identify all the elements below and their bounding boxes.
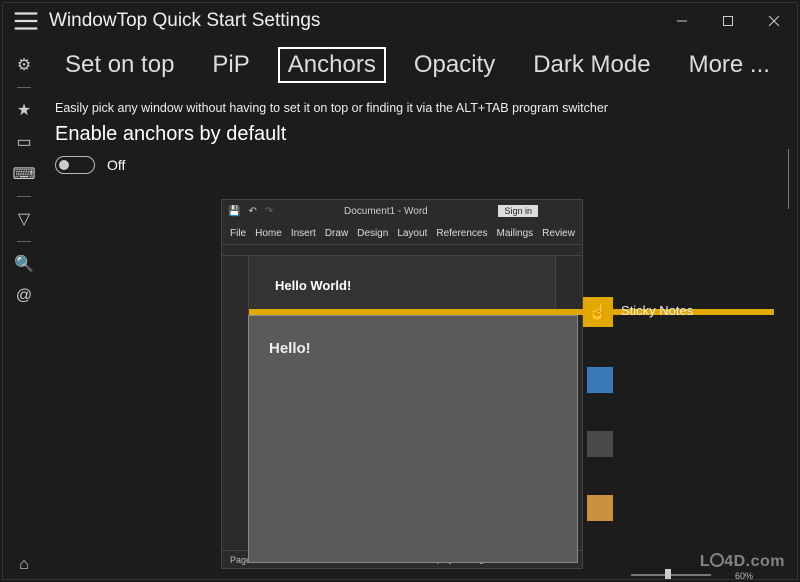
save-icon: 💾 bbox=[228, 206, 240, 217]
hand-cursor-icon: ☝ bbox=[588, 302, 608, 322]
tab-bar: Set on top PiP Anchors Opacity Dark Mode… bbox=[55, 47, 783, 83]
minimize-button[interactable] bbox=[659, 6, 705, 36]
window-title: WindowTop Quick Start Settings bbox=[49, 10, 320, 32]
tab-set-on-top[interactable]: Set on top bbox=[55, 47, 184, 83]
tab-more[interactable]: More ... bbox=[679, 47, 780, 83]
watermark: L4D.com bbox=[700, 552, 785, 571]
star-icon[interactable]: ★ bbox=[9, 96, 39, 124]
desktop-icon-1 bbox=[587, 367, 613, 393]
menu-home: Home bbox=[255, 228, 282, 239]
overlay-window: Hello! bbox=[248, 315, 578, 563]
demo-preview: 💾 ↶ ↷ Document1 - Word Sign in File Home… bbox=[221, 199, 771, 579]
sidebar: ⚙ ★ ▭ ⌨ ▽ 🔍 @ ⌂ bbox=[3, 39, 45, 579]
titlebar: WindowTop Quick Start Settings bbox=[3, 3, 797, 39]
zoom-slider-knob[interactable] bbox=[665, 569, 671, 579]
menu-draw: Draw bbox=[325, 228, 348, 239]
tab-description: Easily pick any window without having to… bbox=[55, 101, 783, 115]
undo-icon: ↶ bbox=[248, 206, 256, 217]
enable-anchors-toggle[interactable] bbox=[55, 156, 95, 174]
word-doc-title: Document1 - Word bbox=[344, 206, 428, 217]
scrollbar-indicator[interactable] bbox=[788, 149, 789, 209]
gear-icon[interactable]: ⚙ bbox=[9, 51, 39, 79]
word-body-text: Hello World! bbox=[275, 278, 529, 293]
word-menu: File Home Insert Draw Design Layout Refe… bbox=[222, 222, 582, 244]
menu-layout: Layout bbox=[397, 228, 427, 239]
tab-pip[interactable]: PiP bbox=[202, 47, 259, 83]
search-icon[interactable]: 🔍 bbox=[9, 250, 39, 278]
keyboard-icon[interactable]: ⌨ bbox=[9, 160, 39, 188]
desktop-icon-3 bbox=[587, 495, 613, 521]
menu-file: File bbox=[230, 228, 246, 239]
at-icon[interactable]: @ bbox=[9, 282, 39, 310]
desktop-icon-2 bbox=[587, 431, 613, 457]
close-button[interactable] bbox=[751, 6, 797, 36]
zoom-value: 60% bbox=[735, 571, 753, 581]
menu-review: Review bbox=[542, 228, 575, 239]
overlay-text: Hello! bbox=[269, 340, 557, 357]
sticky-notes-label: Sticky Notes bbox=[621, 303, 693, 318]
menu-references: References bbox=[436, 228, 487, 239]
filter-icon[interactable]: ▽ bbox=[9, 205, 39, 233]
maximize-button[interactable] bbox=[705, 6, 751, 36]
window-controls bbox=[659, 6, 797, 36]
tab-opacity[interactable]: Opacity bbox=[404, 47, 505, 83]
redo-icon: ↷ bbox=[265, 206, 273, 217]
tab-anchors[interactable]: Anchors bbox=[278, 47, 386, 83]
sticky-anchor-icon[interactable]: ☝ bbox=[583, 297, 613, 327]
home-icon[interactable]: ⌂ bbox=[9, 551, 39, 579]
window-icon[interactable]: ▭ bbox=[9, 128, 39, 156]
enable-anchors-label: Enable anchors by default bbox=[55, 123, 783, 146]
toggle-state-text: Off bbox=[107, 157, 125, 173]
zoom-slider[interactable] bbox=[631, 574, 711, 576]
hamburger-icon[interactable] bbox=[11, 6, 41, 36]
tab-dark-mode[interactable]: Dark Mode bbox=[523, 47, 660, 83]
menu-insert: Insert bbox=[291, 228, 316, 239]
app-window: WindowTop Quick Start Settings ⚙ ★ ▭ ⌨ ▽… bbox=[2, 2, 798, 580]
menu-mailings: Mailings bbox=[496, 228, 533, 239]
toggle-knob bbox=[59, 160, 69, 170]
menu-design: Design bbox=[357, 228, 388, 239]
signin-button: Sign in bbox=[498, 205, 538, 217]
